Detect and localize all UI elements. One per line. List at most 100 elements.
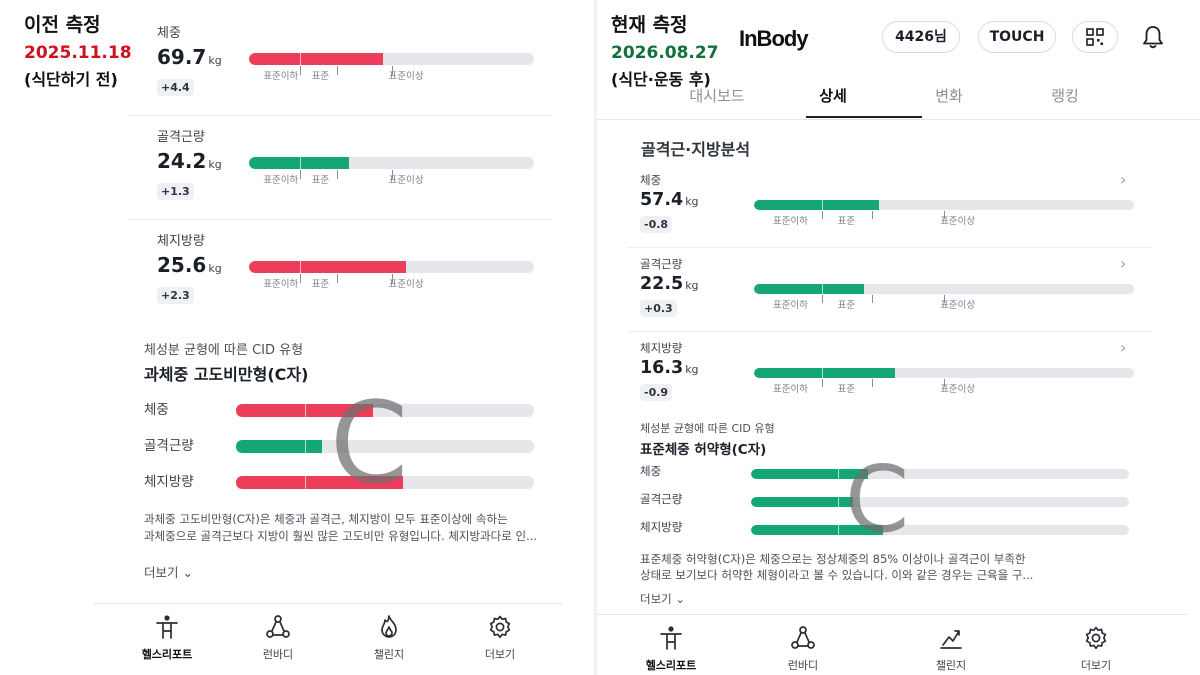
cid-level-bar <box>751 469 1129 479</box>
before-caption-date: 2025.11.18 <box>24 43 132 63</box>
range-label: 표준 <box>311 175 330 186</box>
metric-name: 골격근량 <box>640 257 683 271</box>
inbody-logo: InBody <box>739 26 809 51</box>
range-label: 표준이상 <box>388 71 424 82</box>
cid-more-toggle[interactable]: 더보기 ⌄ <box>640 591 685 607</box>
after-caption-title: 현재 측정 <box>611 14 688 36</box>
nav-item-1[interactable]: 런바디 <box>763 625 843 673</box>
metric-bar-divider <box>300 53 302 65</box>
metric-bar-divider <box>822 284 824 294</box>
metric-level-bar <box>249 261 534 273</box>
after-caption-date: 2026.08.27 <box>611 43 719 63</box>
qr-code-icon <box>1086 28 1104 46</box>
row-separator <box>128 219 553 220</box>
cid-more-toggle[interactable]: 더보기 ⌄ <box>144 562 193 581</box>
metric-value: 24.2 kg <box>157 149 222 173</box>
metric-value: 16.3 kg <box>640 358 699 378</box>
metric-number: 24.2 <box>157 149 207 173</box>
nav-item-2[interactable]: 챌린지 <box>911 625 991 673</box>
range-tick <box>337 66 339 75</box>
before-caption-title: 이전 측정 <box>24 14 101 36</box>
cid-description-line-2: 상태로 보기보다 허약한 체형이라고 볼 수 있습니다. 이와 같은 경우는 근… <box>640 568 1034 582</box>
notification-bell-button[interactable] <box>1141 24 1165 54</box>
metric-number: 57.4 <box>640 190 684 210</box>
metric-level-fill <box>754 284 865 294</box>
chevron-right-icon: › <box>1120 170 1127 189</box>
metric-number: 22.5 <box>640 274 684 294</box>
run-body-icon <box>763 625 843 651</box>
user-id-pill[interactable]: 4426님 <box>882 21 960 53</box>
nav-item-0[interactable]: 헬스리포트 <box>631 625 711 673</box>
tab-3[interactable]: 랭킹 <box>1005 85 1125 106</box>
metric-row[interactable]: 체중 69.7 kg +4.4 표준이하 표준 표준이상 <box>157 22 537 126</box>
metric-bar-divider <box>300 261 302 273</box>
metric-level-fill <box>754 368 895 378</box>
range-tick <box>822 295 824 303</box>
metric-unit: kg <box>685 279 699 292</box>
metric-unit: kg <box>685 195 699 208</box>
bottom-nav: 헬스리포트 런바디 챌린지 더보기 <box>597 614 1187 675</box>
cid-level-bar <box>751 525 1129 535</box>
range-label: 표준 <box>837 300 856 311</box>
gear-icon <box>460 614 540 640</box>
metric-delta-badge: +1.3 <box>157 183 194 200</box>
cid-row-label: 체중 <box>144 402 169 418</box>
nav-item-3[interactable]: 더보기 <box>1056 625 1136 673</box>
metric-bar-divider <box>300 157 302 169</box>
nav-item-1[interactable]: 런바디 <box>238 614 318 662</box>
metric-value: 57.4 kg <box>640 190 699 210</box>
metric-delta-badge: -0.8 <box>640 216 673 233</box>
range-label: 표준 <box>837 216 856 227</box>
metric-number: 25.6 <box>157 253 207 277</box>
metric-delta-badge: +2.3 <box>157 287 194 304</box>
cid-letter-graphic: C <box>330 379 409 509</box>
metric-level-fill <box>754 200 880 210</box>
range-label: 표준이상 <box>940 300 976 311</box>
nav-item-2[interactable]: 챌린지 <box>349 614 429 662</box>
metric-level-fill <box>249 157 349 169</box>
range-label: 표준이상 <box>388 175 424 186</box>
range-label: 표준 <box>311 279 330 290</box>
range-tick <box>871 295 873 303</box>
metric-level-fill <box>249 53 383 65</box>
bell-icon <box>1143 26 1163 49</box>
run-body-icon <box>238 614 318 640</box>
cid-level-bar <box>751 497 1129 507</box>
nav-label: 런바디 <box>262 648 294 661</box>
touch-button[interactable]: TOUCH <box>978 21 1056 53</box>
range-tick <box>300 170 302 179</box>
range-label: 표준이하 <box>773 384 808 395</box>
range-label: 표준이상 <box>388 279 424 290</box>
cid-bar-divider <box>837 497 839 507</box>
nav-item-3[interactable]: 더보기 <box>460 614 540 662</box>
metric-row[interactable]: 골격근량 24.2 kg +1.3 표준이하 표준 표준이상 <box>157 126 537 230</box>
cid-row-label: 체지방량 <box>640 520 683 534</box>
cid-caption: 체성분 균형에 따른 CID 유형 <box>144 343 304 358</box>
tab-1[interactable]: 상세 <box>773 85 893 106</box>
cid-type-title: 과체중 고도비만형(C자) <box>144 365 309 384</box>
range-label: 표준 <box>311 71 330 82</box>
cid-type-title: 표준체중 허약형(C자) <box>640 442 767 458</box>
nav-label: 런바디 <box>787 659 819 672</box>
nav-item-0[interactable]: 헬스리포트 <box>127 614 207 662</box>
range-tick <box>337 170 339 179</box>
cid-bar-divider <box>837 525 839 535</box>
metric-delta-badge: -0.9 <box>640 384 673 401</box>
tab-0[interactable]: 대시보드 <box>657 85 777 106</box>
challenge-flame-icon <box>349 614 429 640</box>
cid-caption: 체성분 균형에 따른 CID 유형 <box>640 422 775 435</box>
cid-level-fill <box>236 440 323 453</box>
metric-row[interactable]: 체지방량 25.6 kg +2.3 표준이하 표준 표준이상 <box>157 230 537 334</box>
metric-delta-badge: +0.3 <box>640 300 677 317</box>
cid-bar-divider <box>837 469 839 479</box>
metric-name: 체지방량 <box>157 234 205 249</box>
range-tick <box>871 211 873 219</box>
metric-unit: kg <box>208 262 222 275</box>
qr-code-button[interactable] <box>1072 21 1118 53</box>
tab-2[interactable]: 변화 <box>889 85 1009 106</box>
metric-name: 체중 <box>157 26 181 41</box>
row-separator <box>627 247 1152 248</box>
metric-delta-badge: +4.4 <box>157 79 194 96</box>
range-label: 표준이상 <box>940 216 976 227</box>
metric-value: 69.7 kg <box>157 45 222 69</box>
